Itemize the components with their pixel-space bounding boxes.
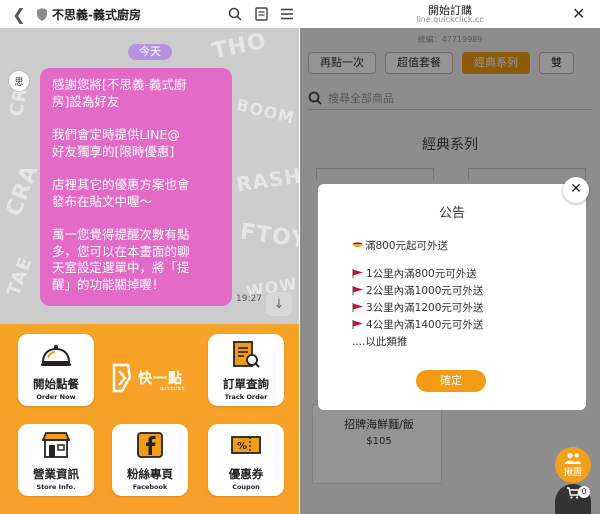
avatar[interactable]: 思 [8,70,30,92]
red-flag-icon [352,303,363,312]
coupon-icon: % [229,428,263,462]
red-flag-icon [352,320,363,329]
notice-rule: 4公里內滿1400元可外送 [366,319,484,331]
hamburger-menu-icon[interactable] [274,8,300,20]
notice-rule: 2公里內滿1000元可外送 [366,285,484,297]
facebook-button[interactable]: 粉絲專頁 Facebook [112,424,188,496]
tile-sublabel: Coupon [232,483,260,491]
notice-rule-row: 1公里內滿800元可外送 [352,266,477,281]
red-flag-icon [352,269,363,278]
doodle-text: RASH [234,163,300,197]
order-header: 開始訂購 line.quickclick.cc ✕ [300,0,600,28]
tile-sublabel: Track Order [224,393,268,401]
message-time: 19:27 [236,294,262,304]
track-order-button[interactable]: 訂單查詢 Track Order [208,334,284,406]
store-icon [39,428,73,462]
tile-sublabel: Order Now [36,393,76,401]
cart-count-badge: 0 [578,486,590,498]
tile-label: 訂單查詢 [223,377,269,391]
notice-headline: 滿800元起可外送 [365,240,449,252]
order-now-button[interactable]: 開始點餐 Order Now [18,334,94,406]
notice-dialog: 公告 滿800元起可外送 1公里內滿800元可外送 2公里內滿1000元可外送 … [318,184,586,410]
dialog-title: 公告 [438,206,465,221]
people-icon [565,452,581,464]
message-paragraph: 店裡其它的優惠方案也會 發布在貼文中喔～ [52,177,190,209]
doodle-text: BOOM [234,95,297,128]
page-url: line.quickclick.cc [416,15,484,24]
notice-rule-row: 3公里內滿1200元可外送 [352,300,483,315]
back-arrow-icon[interactable]: ❮ [8,5,30,24]
brand-name: 快一點 [138,371,183,387]
doodle-text: THO [210,28,270,65]
cloche-icon [39,338,73,372]
close-icon[interactable]: ✕ [572,4,585,23]
facebook-icon [133,428,167,462]
notice-etc: ....以此類推 [352,336,408,348]
quickclick-logo-icon [112,363,132,393]
message-paragraph: 我們會定時提供LINE@ 好友獨享的[限時優惠] [52,127,180,159]
group-label: 揪團 [563,468,582,478]
search-icon[interactable] [222,7,248,21]
tile-label: 粉絲專頁 [127,467,173,481]
tile-label: 優惠券 [228,467,264,481]
tile-label: 開始點餐 [33,377,79,391]
notice-headline-row: 滿800元起可外送 [352,238,448,253]
notice-rule-row: 4公里內滿1400元可外送 [352,317,483,332]
tile-label: 營業資訊 [33,467,79,481]
notice-rule-row: 2公里內滿1000元可外送 [352,283,483,298]
red-flag-icon [352,286,363,295]
date-separator: 今天 [128,44,172,60]
group-order-button[interactable]: 揪團 [555,447,591,483]
doodle-text: FTOY [238,219,300,254]
notes-icon[interactable] [248,7,274,21]
brand-subname: quickclick [160,386,185,392]
notice-rule: 1公里內滿800元可外送 [366,268,477,280]
line-chat-panel: THO CRA BOOM RASH FTOY CRA WOW TAE ❮ 不思義… [0,0,300,514]
tile-sublabel: Store Info. [36,483,76,491]
svg-text:%: % [237,441,247,452]
doodle-text: CRA [1,161,44,220]
chat-top-bar: ❮ 不思義-義式廚房 [0,0,300,28]
message-paragraph: 萬一您覺得提醒次數有點 多，您可以在本畫面的聊 天室設定選單中，將「提 醒」的功… [52,227,190,292]
message-bubble: 感謝您將[不思義-義式廚 房]設為好友 我們會定時提供LINE@ 好友獨享的[限… [40,68,232,306]
notice-rule: 3公里內滿1200元可外送 [366,302,484,314]
tile-sublabel: Facebook [132,483,168,491]
bowl-icon [352,242,363,247]
order-search-icon [229,338,263,372]
doodle-text: TAE [3,254,37,299]
confirm-button[interactable]: 確定 [416,370,486,392]
dialog-close-button[interactable]: ✕ [563,177,589,203]
shield-icon [37,7,47,21]
message-paragraph: 感謝您將[不思義-義式廚 房]設為好友 [52,77,187,109]
chat-title: 不思義-義式廚房 [52,7,141,22]
scroll-down-arrow-icon[interactable]: ↓ [266,292,292,316]
quickclick-logo: 快一點 quickclick [110,352,192,404]
store-info-button[interactable]: 營業資訊 Store Info. [18,424,94,496]
coupon-button[interactable]: % 優惠券 Coupon [208,424,284,496]
